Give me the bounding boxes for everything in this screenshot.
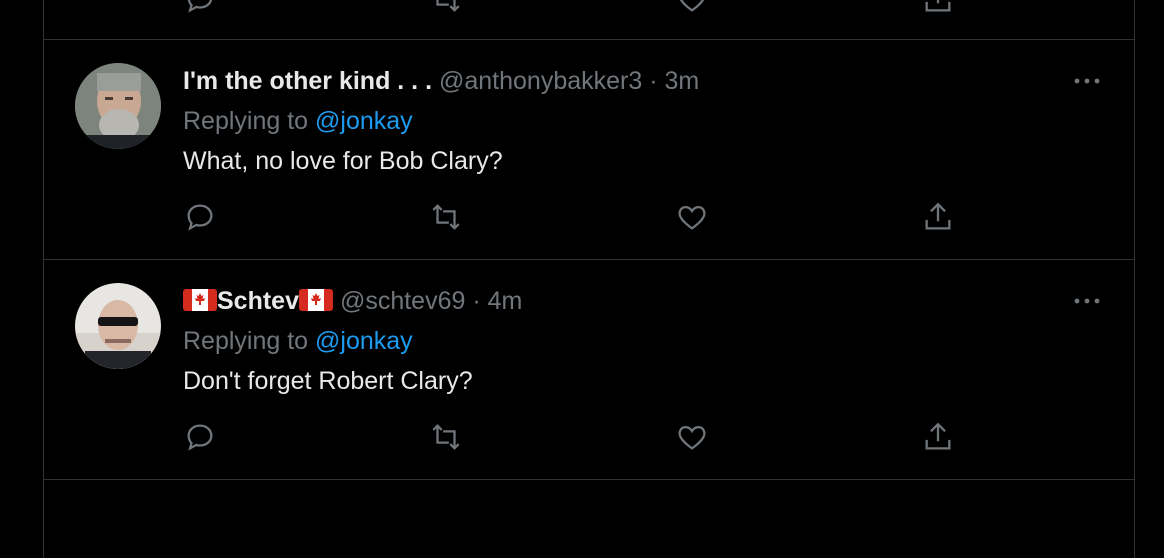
more-icon[interactable] — [1073, 74, 1101, 88]
canada-flag-icon — [298, 289, 333, 311]
share-icon[interactable] — [921, 420, 955, 454]
timestamp[interactable]: 4m — [488, 287, 523, 315]
share-icon[interactable] — [921, 0, 955, 16]
separator-dot: · — [649, 67, 658, 95]
heart-icon[interactable] — [675, 420, 709, 454]
heart-icon[interactable] — [675, 0, 709, 16]
canada-flag-icon — [183, 289, 217, 311]
replying-to: Replying to @jonkay — [183, 324, 413, 358]
heart-icon[interactable] — [675, 200, 709, 234]
replying-to-label: Replying to — [183, 107, 309, 135]
display-name[interactable]: Schtev — [217, 287, 299, 315]
tweet-text: Don't forget Robert Clary? — [183, 367, 473, 395]
retweet-icon[interactable] — [429, 0, 463, 16]
tweet[interactable]: Schtev @schtev69 · 4m Replying to @jonka… — [44, 260, 1134, 480]
retweet-icon[interactable] — [429, 200, 463, 234]
handle[interactable]: @anthonybakker3 — [439, 67, 642, 95]
handle[interactable]: @schtev69 — [340, 287, 465, 315]
mention-link[interactable]: @jonkay — [315, 107, 413, 135]
separator-dot: · — [472, 287, 481, 315]
tweet-text: What, no love for Bob Clary? — [183, 147, 503, 175]
reply-icon[interactable] — [183, 420, 217, 454]
timeline: I'm the other kind . . . @anthonybakker3… — [43, 0, 1135, 558]
replying-to: Replying to @jonkay — [183, 104, 413, 138]
display-name[interactable]: I'm the other kind . . . — [183, 67, 432, 95]
timestamp[interactable]: 3m — [665, 67, 700, 95]
replying-to-label: Replying to — [183, 327, 309, 355]
avatar[interactable] — [75, 63, 161, 149]
more-icon[interactable] — [1073, 294, 1101, 308]
tweet[interactable]: I'm the other kind . . . @anthonybakker3… — [44, 40, 1134, 260]
divider — [44, 479, 1134, 480]
avatar[interactable] — [75, 283, 161, 369]
tweet-actions — [183, 200, 983, 234]
reply-icon[interactable] — [183, 0, 217, 16]
tweet-header: I'm the other kind . . . @anthonybakker3… — [183, 64, 699, 98]
share-icon[interactable] — [921, 200, 955, 234]
reply-icon[interactable] — [183, 200, 217, 234]
tweet-actions — [183, 420, 983, 454]
mention-link[interactable]: @jonkay — [315, 327, 413, 355]
retweet-icon[interactable] — [429, 420, 463, 454]
tweet-header: Schtev @schtev69 · 4m — [183, 284, 522, 318]
previous-tweet-actions — [44, 0, 1134, 20]
